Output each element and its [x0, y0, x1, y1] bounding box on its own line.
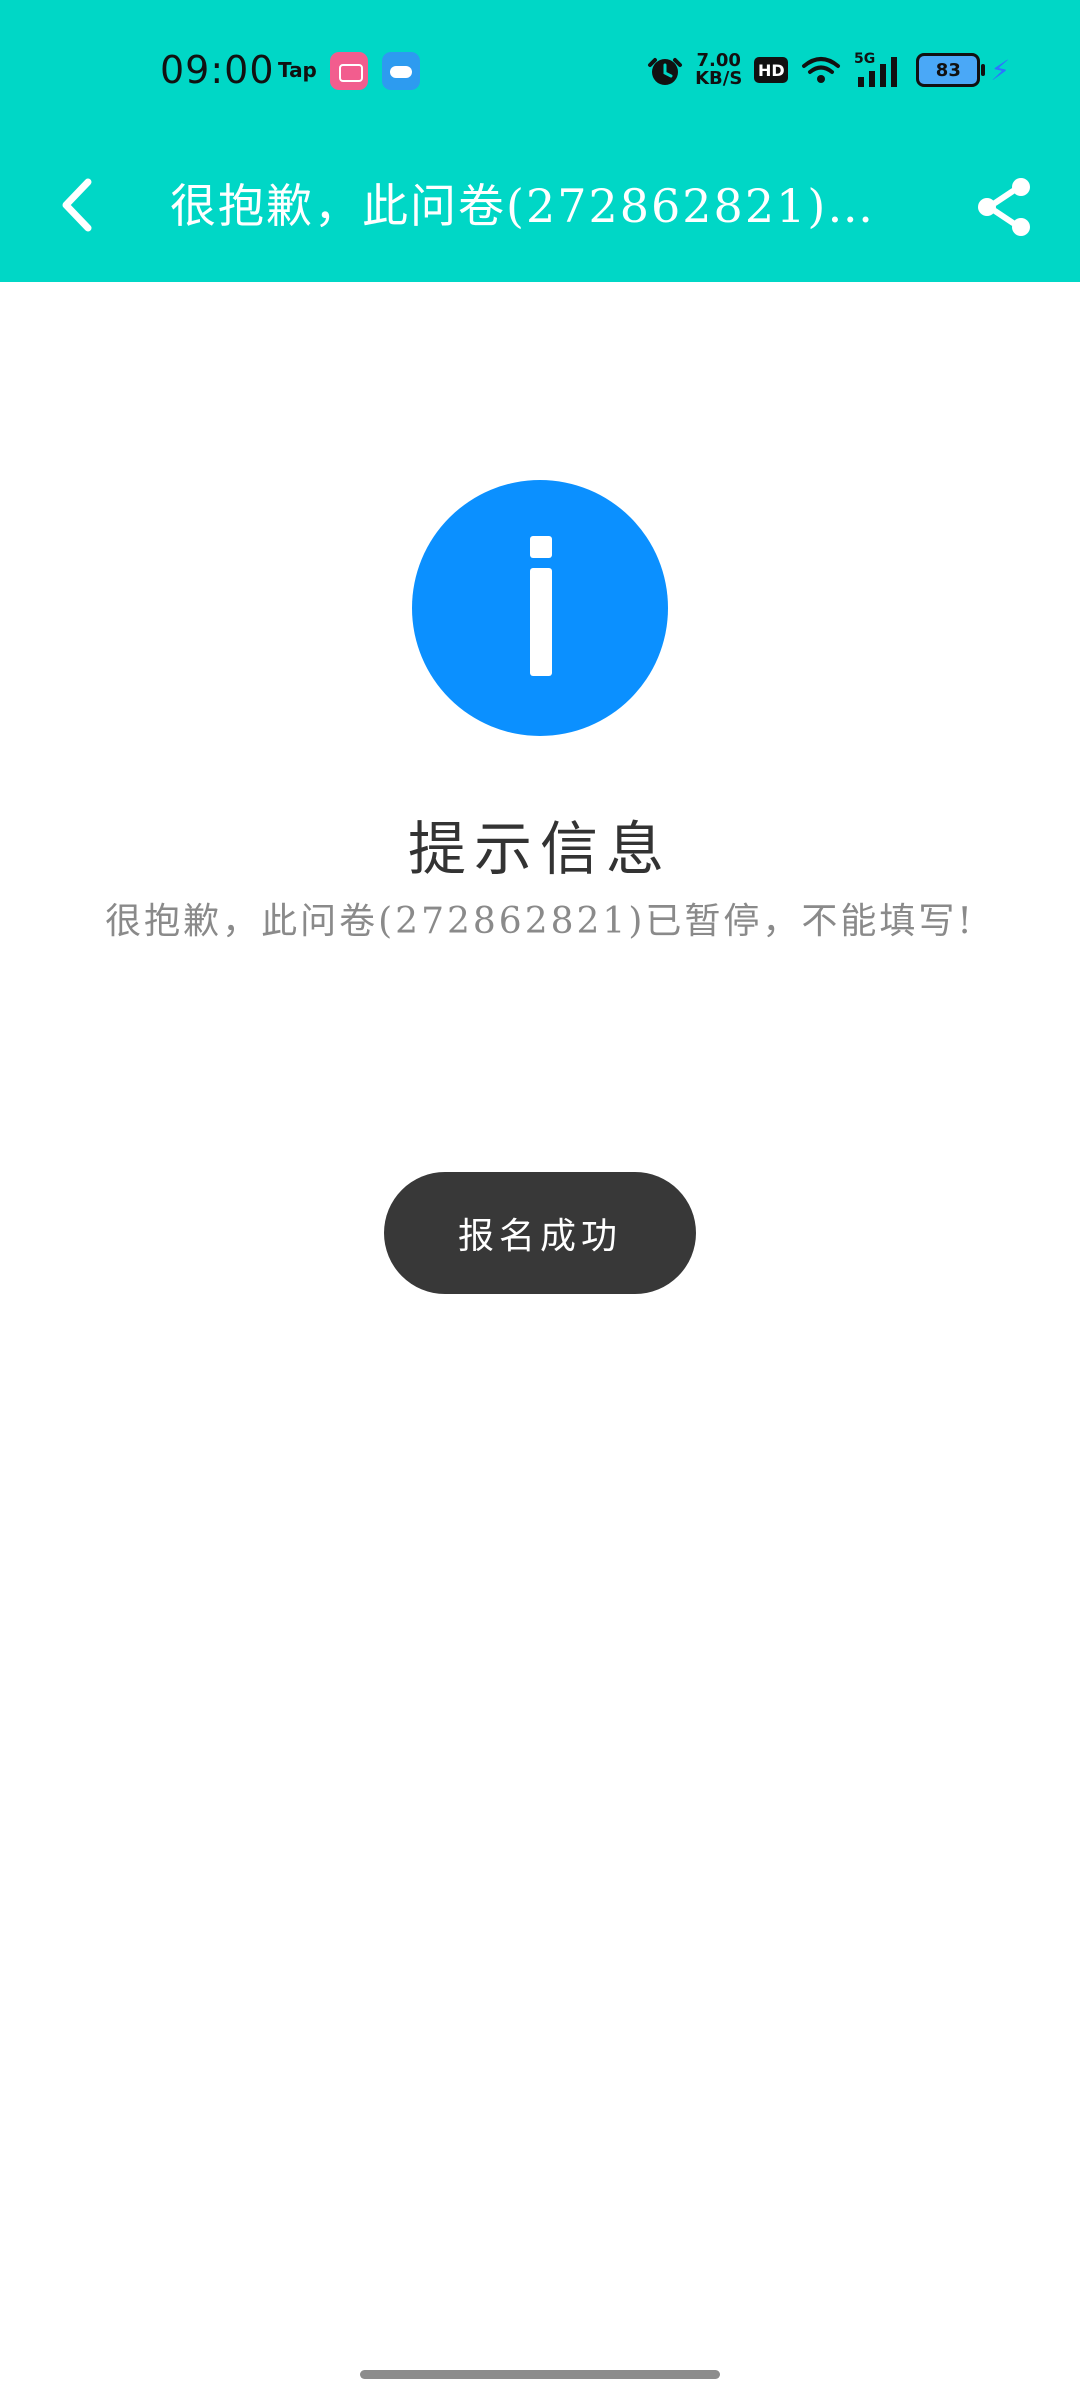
main-content: 提示信息 很抱歉，此问卷(272862821)已暂停，不能填写! 报名成功: [0, 282, 1080, 2400]
weather-app-icon: [382, 52, 420, 90]
status-bar: 09:00 Tap 7.00 KB/S HD 5G 83 ⚡: [0, 0, 1080, 140]
home-indicator[interactable]: [360, 2370, 720, 2379]
prompt-message: 很抱歉，此问卷(272862821)已暂停，不能填写!: [105, 901, 975, 942]
battery-level: 83: [935, 59, 961, 81]
info-icon: [412, 480, 668, 736]
network-speed: 7.00 KB/S: [695, 52, 742, 88]
navigation-bar: 很抱歉，此问卷(272862821)已…: [0, 140, 1080, 282]
network-type: 5G: [854, 51, 875, 67]
status-time: 09:00: [160, 48, 275, 92]
hd-badge: HD: [754, 57, 789, 83]
wifi-icon: [800, 54, 842, 86]
signal-icon: 5G: [854, 51, 904, 89]
status-icons-group: 7.00 KB/S HD 5G 83 ⚡: [647, 48, 1010, 92]
page-title: 很抱歉，此问卷(272862821)已…: [170, 179, 890, 233]
bilibili-app-icon: [330, 52, 368, 90]
charging-bolt-icon: ⚡: [990, 53, 1010, 87]
tap-app-icon: Tap: [278, 58, 317, 82]
chevron-left-icon: [62, 178, 92, 232]
registration-success-button[interactable]: 报名成功: [384, 1172, 696, 1294]
prompt-title: 提示信息: [407, 815, 672, 883]
speed-unit: KB/S: [695, 68, 743, 89]
alarm-icon: [647, 52, 683, 88]
survey-paused-screen: 09:00 Tap 7.00 KB/S HD 5G 83 ⚡ 很抱歉，此问卷(2…: [0, 0, 1080, 2400]
back-button[interactable]: [48, 175, 108, 235]
share-icon: [978, 178, 1030, 236]
top-header: 09:00 Tap 7.00 KB/S HD 5G 83 ⚡ 很抱歉，此问卷(2…: [0, 0, 1080, 282]
info-icon-bar: [530, 568, 552, 676]
share-button[interactable]: [970, 172, 1040, 242]
battery-indicator: 83: [916, 53, 986, 87]
info-icon-dot: [530, 536, 552, 558]
